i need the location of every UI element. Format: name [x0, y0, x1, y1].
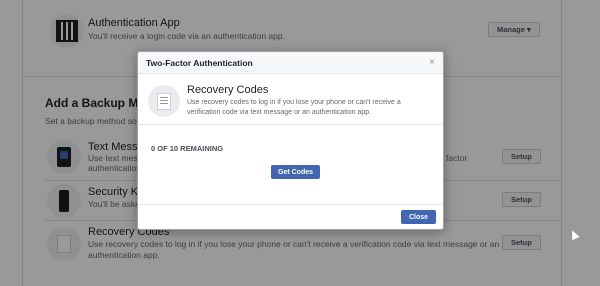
close-icon[interactable]: × — [429, 57, 435, 68]
dialog-header: Two-Factor Authentication × — [138, 52, 443, 74]
two-factor-dialog: Two-Factor Authentication × Recovery Cod… — [137, 51, 444, 230]
recovery-codes-heading: Recovery Codes — [187, 84, 269, 96]
get-codes-button[interactable]: Get Codes — [271, 165, 321, 179]
dialog-title: Two-Factor Authentication — [146, 57, 253, 68]
recovery-codes-description: Use recovery codes to log in if you lose… — [187, 99, 401, 116]
close-button[interactable]: Close — [400, 210, 436, 224]
document-icon — [157, 92, 171, 110]
recovery-codes-icon-wrap — [148, 85, 180, 117]
codes-remaining-label: 0 OF 10 REMAINING — [151, 144, 224, 153]
dialog-footer: Close — [138, 204, 443, 229]
recovery-codes-card: Recovery Codes Use recovery codes to log… — [138, 75, 443, 125]
